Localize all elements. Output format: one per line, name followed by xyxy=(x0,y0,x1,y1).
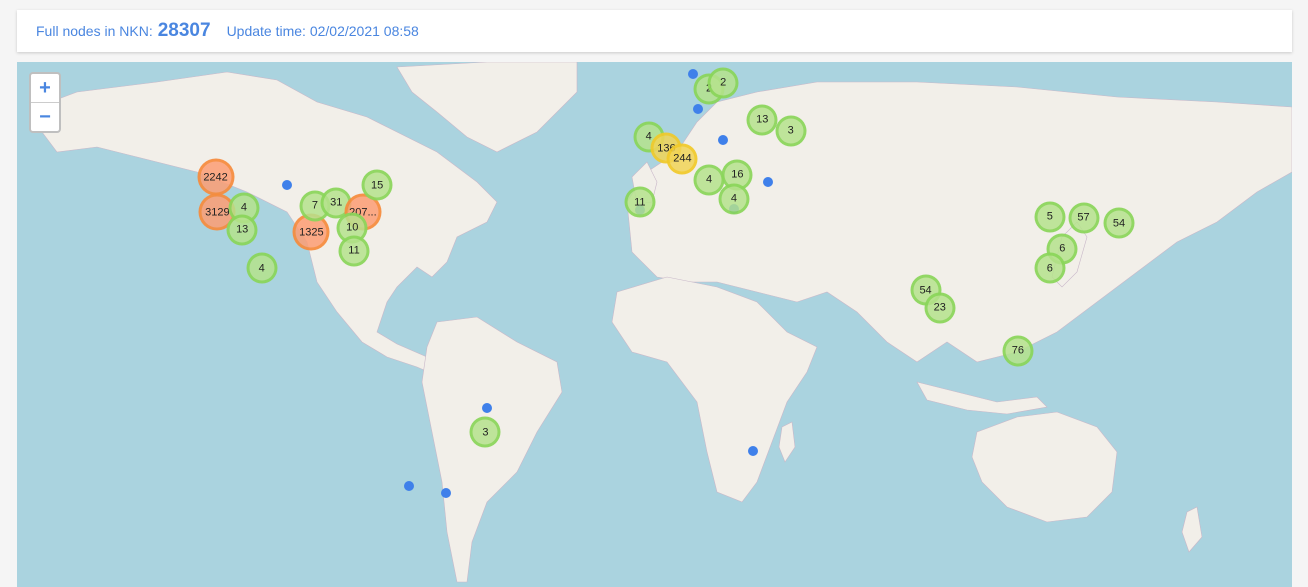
cluster-count: 3129 xyxy=(205,206,230,219)
cluster-count: 23 xyxy=(933,301,946,314)
node-cluster[interactable]: 11 xyxy=(338,235,370,267)
cluster-count: 54 xyxy=(1112,217,1126,230)
cluster-count: 1325 xyxy=(299,226,324,239)
cluster-count: 11 xyxy=(634,196,646,209)
node-cluster[interactable]: 6 xyxy=(1034,252,1066,284)
north-america-land xyxy=(36,71,498,381)
node-cluster[interactable]: 76 xyxy=(1002,335,1034,367)
node-cluster[interactable]: 3 xyxy=(469,416,501,448)
node-cluster[interactable]: 23 xyxy=(924,292,956,324)
cluster-count: 7 xyxy=(311,199,319,212)
cluster-count: 76 xyxy=(1011,344,1024,357)
cluster-count: 11 xyxy=(348,244,360,257)
cluster-count: 3 xyxy=(482,426,489,439)
cluster-count: 13 xyxy=(756,113,769,126)
node-marker[interactable] xyxy=(748,446,759,457)
node-marker[interactable] xyxy=(482,402,493,413)
cluster-count: 5 xyxy=(1046,210,1053,223)
node-marker[interactable] xyxy=(693,104,704,114)
cluster-count: 4 xyxy=(705,173,713,186)
world-map[interactable]: + − 2242 3129 4 13 1325 7 31 207... 15 10 11 4 3 4 136… xyxy=(17,62,1292,587)
cluster-count: 4 xyxy=(258,262,265,275)
cluster-count: 16 xyxy=(731,168,744,181)
node-cluster[interactable]: 4 xyxy=(246,252,278,284)
indonesia-land xyxy=(916,381,1048,415)
zoom-control: + − xyxy=(29,72,61,133)
cluster-count: 4 xyxy=(240,201,248,214)
cluster-count: 15 xyxy=(370,179,384,192)
node-cluster[interactable]: 54 xyxy=(1103,207,1135,239)
node-marker[interactable] xyxy=(762,177,773,188)
node-cluster[interactable]: 57 xyxy=(1068,202,1100,234)
node-marker[interactable] xyxy=(281,179,292,190)
node-cluster[interactable]: 244 xyxy=(666,143,698,175)
node-cluster[interactable]: 2242 xyxy=(197,158,235,196)
node-cluster[interactable]: 13 xyxy=(746,104,778,136)
cluster-count: 4 xyxy=(645,130,652,143)
node-marker[interactable] xyxy=(404,481,415,492)
zoom-out-button[interactable]: − xyxy=(31,102,59,131)
node-cluster[interactable]: 5 xyxy=(1034,201,1066,233)
node-marker[interactable] xyxy=(718,134,729,145)
node-cluster[interactable]: 13 xyxy=(226,214,258,246)
node-count-label: Full nodes in NKN: xyxy=(36,23,153,39)
cluster-count: 4 xyxy=(730,192,737,205)
cluster-count: 10 xyxy=(346,221,359,234)
cluster-count: 2 xyxy=(720,76,727,89)
node-count-value: 28307 xyxy=(157,20,211,41)
australia-land xyxy=(971,411,1118,523)
cluster-count: 6 xyxy=(1046,262,1053,275)
south-america-land xyxy=(421,316,563,583)
cluster-count: 13 xyxy=(236,223,249,236)
madagascar-land xyxy=(778,421,796,463)
cluster-count: 31 xyxy=(330,196,343,209)
greenland-land xyxy=(396,62,578,153)
cluster-count: 6 xyxy=(1059,242,1066,255)
cluster-count: 2242 xyxy=(203,171,228,184)
node-marker[interactable] xyxy=(441,487,452,498)
header-bar: Full nodes in NKN: 28307 Update time: 02… xyxy=(17,10,1292,52)
node-cluster[interactable]: 4 xyxy=(718,183,750,215)
cluster-count: 244 xyxy=(673,152,692,165)
update-time: Update time: 02/02/2021 08:58 xyxy=(226,23,419,39)
new-zealand-land xyxy=(1181,506,1203,553)
zoom-in-button[interactable]: + xyxy=(31,74,59,102)
cluster-count: 3 xyxy=(787,124,794,137)
cluster-count: 57 xyxy=(1077,211,1090,224)
node-cluster[interactable]: 15 xyxy=(361,169,393,201)
node-cluster[interactable]: 11 xyxy=(624,186,656,218)
node-cluster[interactable]: 2 xyxy=(707,67,739,99)
africa-land xyxy=(611,276,818,503)
node-cluster[interactable]: 3 xyxy=(775,115,807,147)
